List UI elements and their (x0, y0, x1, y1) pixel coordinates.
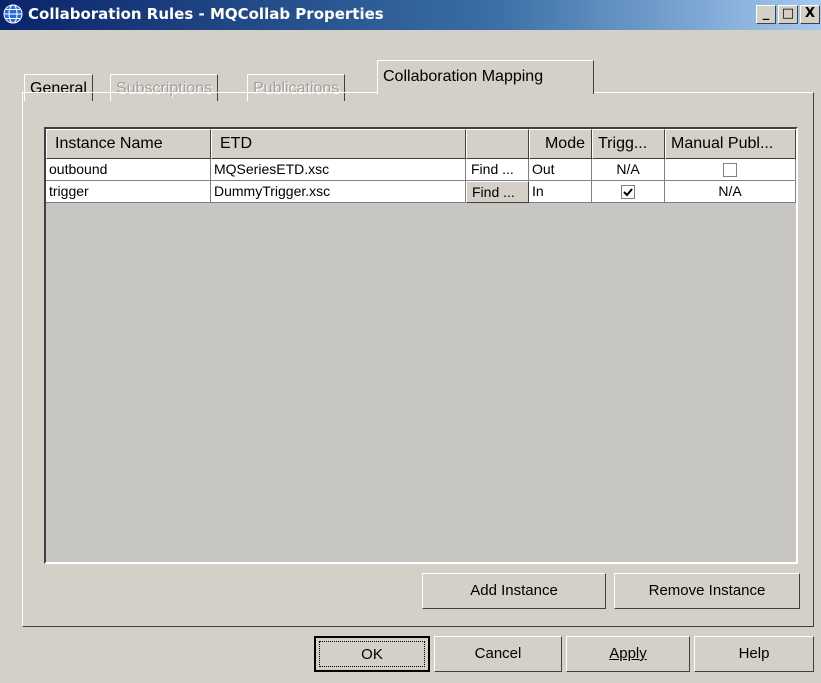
column-header-trigger[interactable]: Trigg... (592, 129, 665, 159)
trigger-cell: N/A (592, 159, 665, 181)
add-instance-button[interactable]: Add Instance (422, 573, 606, 609)
column-header-mode[interactable]: Mode (529, 129, 592, 159)
remove-instance-button[interactable]: Remove Instance (614, 573, 800, 609)
column-header-etd[interactable]: ETD (211, 129, 466, 159)
maximize-button[interactable]: □ (778, 5, 798, 24)
instance-name-cell[interactable]: trigger (46, 181, 211, 203)
find-button[interactable]: Find ... (466, 181, 529, 203)
focus-rect (319, 641, 425, 667)
column-header-find[interactable] (466, 129, 529, 159)
etd-cell[interactable]: MQSeriesETD.xsc (211, 159, 466, 181)
find-button[interactable]: Find ... (466, 159, 529, 181)
trigger-checkbox[interactable] (621, 185, 635, 200)
etd-cell[interactable]: DummyTrigger.xsc (211, 181, 466, 203)
instance-table: Instance Name ETD Mode Trigg... Manual P… (44, 127, 798, 564)
minimize-button[interactable]: _ (756, 5, 776, 24)
manual-publish-cell[interactable] (665, 159, 796, 181)
cancel-button[interactable]: Cancel (434, 636, 562, 672)
manual-publish-checkbox[interactable] (723, 163, 737, 178)
column-header-instance-name[interactable]: Instance Name (46, 129, 211, 159)
apply-button[interactable]: Apply (566, 636, 690, 672)
table-row[interactable]: trigger DummyTrigger.xsc Find ... In N/A (46, 181, 796, 203)
checkmark-icon (623, 188, 633, 197)
help-button[interactable]: Help (694, 636, 814, 672)
mode-cell[interactable]: Out (529, 159, 592, 181)
apply-label: Apply (609, 645, 647, 662)
window-title: Collaboration Rules - MQCollab Propertie… (28, 5, 384, 23)
close-button[interactable]: X (800, 5, 820, 24)
tab-collaboration-mapping[interactable]: Collaboration Mapping (377, 60, 594, 94)
column-header-manual-publish[interactable]: Manual Publ... (665, 129, 796, 159)
title-bar: Collaboration Rules - MQCollab Propertie… (0, 0, 821, 30)
mode-cell[interactable]: In (529, 181, 592, 203)
globe-icon (3, 4, 23, 24)
ok-button[interactable]: OK (314, 636, 430, 672)
table-row[interactable]: outbound MQSeriesETD.xsc Find ... Out N/… (46, 159, 796, 181)
manual-publish-cell: N/A (665, 181, 796, 203)
instance-name-cell[interactable]: outbound (46, 159, 211, 181)
trigger-cell[interactable] (592, 181, 665, 203)
